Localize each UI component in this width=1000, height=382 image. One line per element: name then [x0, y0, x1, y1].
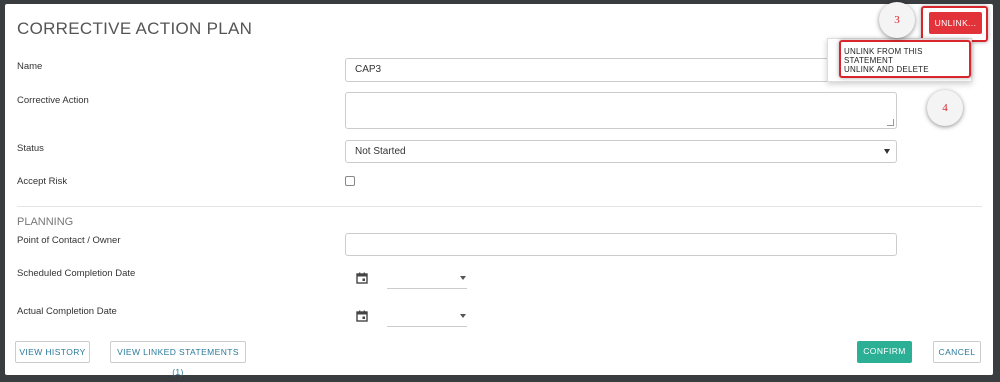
- accept-risk-label: Accept Risk: [17, 176, 68, 187]
- chevron-down-icon: [884, 149, 890, 154]
- poc-label: Point of Contact / Owner: [17, 235, 121, 246]
- name-value: CAP3: [355, 64, 382, 75]
- unlink-button[interactable]: UNLINK...: [929, 12, 982, 34]
- scheduled-date-label: Scheduled Completion Date: [17, 268, 136, 279]
- name-field[interactable]: CAP3: [345, 58, 897, 82]
- corrective-action-plan-modal: CORRECTIVE ACTION PLAN Name CAP3 Correct…: [5, 2, 993, 377]
- calendar-icon[interactable]: [356, 272, 368, 284]
- resize-handle[interactable]: [887, 119, 894, 126]
- cancel-button[interactable]: CANCEL: [933, 341, 981, 363]
- calendar-icon[interactable]: [356, 310, 368, 322]
- chevron-down-icon: [460, 314, 466, 318]
- planning-section-title: PLANNING: [17, 216, 74, 228]
- name-label: Name: [17, 61, 43, 72]
- status-value: Not Started: [355, 146, 406, 157]
- status-label: Status: [17, 143, 44, 154]
- view-linked-statements-button[interactable]: VIEW LINKED STATEMENTS (1): [110, 341, 246, 377]
- corrective-action-label: Corrective Action: [17, 95, 89, 106]
- chevron-down-icon: [460, 276, 466, 280]
- corrective-action-textarea[interactable]: [345, 92, 897, 129]
- accept-risk-checkbox[interactable]: [345, 176, 355, 186]
- scheduled-date-select[interactable]: [387, 272, 467, 289]
- section-divider: [17, 206, 982, 207]
- confirm-button[interactable]: CONFIRM: [857, 341, 912, 363]
- actual-date-label: Actual Completion Date: [17, 306, 117, 317]
- status-select[interactable]: Not Started: [345, 140, 897, 163]
- view-history-button[interactable]: VIEW HISTORY: [15, 341, 90, 363]
- callout-3: 3: [879, 2, 915, 38]
- menu-highlight: [839, 40, 971, 78]
- modal-title: CORRECTIVE ACTION PLAN: [17, 19, 253, 38]
- poc-field[interactable]: [345, 233, 897, 256]
- callout-4: 4: [927, 90, 963, 126]
- actual-date-select[interactable]: [387, 310, 467, 327]
